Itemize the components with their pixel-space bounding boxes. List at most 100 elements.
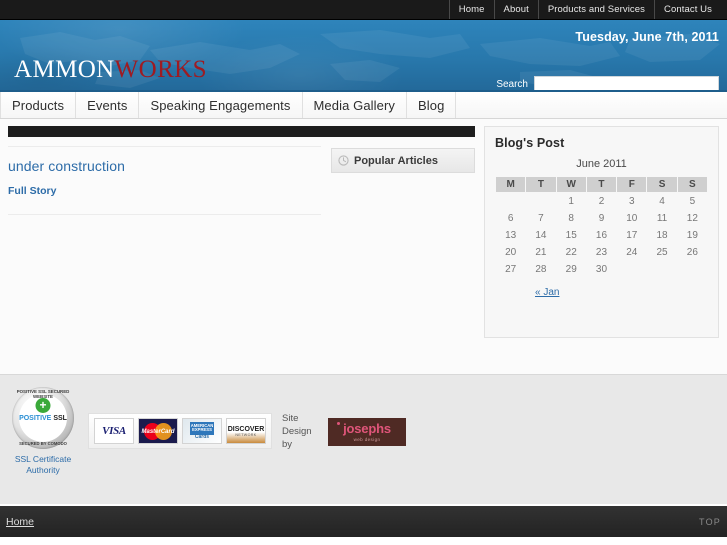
calendar-day[interactable]: 13 (496, 227, 526, 244)
calendar-prev-month-link[interactable]: « Jan (535, 287, 559, 298)
nav-item-blog[interactable]: Blog (407, 92, 457, 118)
nav-item-products[interactable]: Products (0, 92, 77, 118)
visa-label: VISA (102, 425, 126, 437)
positive-ssl-seal-icon: POSITIVE SSL SECURED WEBSITE + POSITIVE … (12, 387, 74, 449)
calendar-weekday: T (525, 176, 557, 193)
ssl-caption[interactable]: SSL Certificate Authority (8, 454, 78, 477)
calendar-day[interactable]: 25 (647, 244, 677, 261)
site-design-text: Site Design by (282, 413, 312, 450)
calendar-day[interactable]: 19 (677, 227, 707, 244)
visa-card-icon: VISA (94, 418, 134, 444)
content-right-column: Blog's Post June 2011 M T W T F S S 1 2 … (484, 126, 719, 374)
search-input[interactable] (534, 76, 719, 90)
footer-link-home[interactable]: Home (6, 516, 34, 528)
amex-sub: Cards (194, 433, 210, 440)
topbar-link-products-and-services[interactable]: Products and Services (537, 0, 654, 19)
calendar-day[interactable]: 18 (647, 227, 677, 244)
popular-articles-panel[interactable]: Popular Articles (331, 148, 475, 173)
calendar-weekday-row: M T W T F S S (494, 176, 709, 193)
calendar-weekday: S (676, 176, 709, 193)
calendar-weekday: T (585, 176, 618, 193)
calendar-day[interactable]: 6 (496, 210, 526, 227)
calendar-day[interactable]: 23 (586, 244, 616, 261)
calendar-day[interactable]: 27 (496, 261, 526, 278)
search-label: Search (496, 79, 528, 90)
article-title[interactable]: under construction (8, 158, 321, 174)
calendar-weekday: W (555, 176, 587, 193)
calendar-week-row: 20 21 22 23 24 25 26 (496, 244, 708, 261)
calendar-day[interactable]: 29 (556, 261, 586, 278)
amex-label: AMERICAN EXPRESS (190, 421, 214, 435)
site-header: AMMONWORKS Tuesday, June 7th, 2011 Searc… (0, 20, 727, 92)
site-logo[interactable]: AMMONWORKS (14, 56, 207, 84)
calendar-day[interactable]: 17 (617, 227, 647, 244)
seal-mid-ssl: SSL (53, 415, 67, 422)
calendar-day[interactable]: 3 (617, 193, 647, 211)
calendar-day[interactable]: 21 (526, 244, 556, 261)
calendar-day[interactable]: 22 (556, 244, 586, 261)
accepted-cards-strip: VISA MasterCard AMERICAN EXPRESS Cards D… (88, 413, 272, 449)
calendar-day[interactable]: 7 (526, 210, 556, 227)
ssl-badge[interactable]: POSITIVE SSL SECURED WEBSITE + POSITIVE … (8, 387, 78, 477)
calendar-day[interactable]: 30 (586, 261, 616, 278)
seal-arc-bottom-text: SECURED BY COMODO (19, 441, 67, 446)
content-left-column: under construction Full Story Popular Ar… (8, 126, 475, 374)
nav-item-events[interactable]: Events (76, 92, 140, 118)
discover-label: DISCOVER (227, 425, 265, 433)
calendar-day (617, 261, 647, 278)
topbar-link-about[interactable]: About (493, 0, 538, 19)
calendar-weekday: F (616, 176, 648, 193)
josephs-web-design-logo[interactable]: josephs web design (328, 418, 406, 447)
footer-back-to-top-link[interactable]: TOP (699, 517, 721, 527)
calendar-week-row: 1 2 3 4 5 (496, 193, 708, 211)
logo-text-secondary: WORKS (114, 56, 207, 83)
calendar-day[interactable]: 28 (526, 261, 556, 278)
calendar-day (526, 193, 556, 211)
trust-badges-section: POSITIVE SSL SECURED WEBSITE + POSITIVE … (0, 374, 727, 504)
calendar-day[interactable]: 15 (556, 227, 586, 244)
site-footer: Home TOP (0, 504, 727, 537)
site-design-credit: Site Design by josephs web design (282, 413, 406, 451)
calendar-day[interactable]: 24 (617, 244, 647, 261)
blog-post-widget: Blog's Post June 2011 M T W T F S S 1 2 … (484, 126, 719, 338)
calendar-day[interactable]: 12 (677, 210, 707, 227)
nav-item-media-gallery[interactable]: Media Gallery (303, 92, 407, 118)
content-wrapper: under construction Full Story Popular Ar… (0, 119, 727, 374)
topbar-link-contact-us[interactable]: Contact Us (654, 0, 721, 19)
calendar-day[interactable]: 16 (586, 227, 616, 244)
article-divider-top (8, 146, 321, 147)
calendar-day[interactable]: 9 (586, 210, 616, 227)
banner-strip (8, 126, 475, 137)
logo-text-primary: AMMON (14, 56, 115, 83)
calendar-day[interactable]: 20 (496, 244, 526, 261)
discover-sub: NETWORK (235, 432, 257, 437)
blog-post-title: Blog's Post (495, 136, 565, 150)
calendar: June 2011 M T W T F S S 1 2 3 4 5 6 7 8 … (494, 158, 709, 278)
article-full-story-link[interactable]: Full Story (8, 185, 56, 197)
josephs-logo-sub: web design (353, 437, 381, 443)
header-date: Tuesday, June 7th, 2011 (575, 30, 719, 44)
nav-item-speaking-engagements[interactable]: Speaking Engagements (139, 92, 303, 118)
article-area: under construction Full Story Popular Ar… (8, 137, 475, 215)
calendar-day[interactable]: 8 (556, 210, 586, 227)
seal-mid-positive: POSITIVE (19, 415, 52, 422)
calendar-day[interactable]: 26 (677, 244, 707, 261)
calendar-day (677, 261, 707, 278)
search-area: Search (496, 76, 719, 90)
calendar-week-row: 6 7 8 9 10 11 12 (496, 210, 708, 227)
calendar-day[interactable]: 10 (617, 210, 647, 227)
calendar-day[interactable]: 14 (526, 227, 556, 244)
discover-card-icon: DISCOVER NETWORK (226, 418, 266, 444)
main-navigation: Products Events Speaking Engagements Med… (0, 92, 727, 119)
calendar-day[interactable]: 11 (647, 210, 677, 227)
trust-badges-row: POSITIVE SSL SECURED WEBSITE + POSITIVE … (0, 387, 727, 477)
calendar-day[interactable]: 1 (556, 193, 586, 211)
article-main: under construction Full Story (8, 146, 321, 215)
calendar-day[interactable]: 2 (586, 193, 616, 211)
calendar-day[interactable]: 4 (647, 193, 677, 211)
topbar-link-home[interactable]: Home (448, 0, 494, 19)
seal-mid-text: POSITIVE SSL (12, 415, 74, 422)
amex-card-icon: AMERICAN EXPRESS Cards (182, 418, 222, 444)
calendar-day[interactable]: 5 (677, 193, 707, 211)
calendar-weekday: M (494, 176, 527, 193)
